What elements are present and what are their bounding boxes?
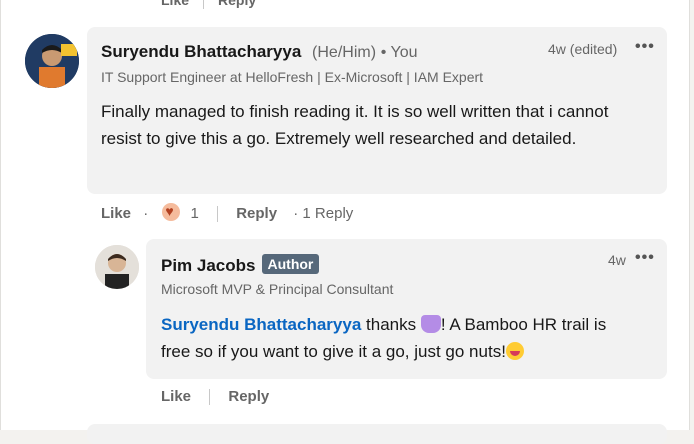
replies-count-link[interactable]: · 1 Reply bbox=[293, 205, 353, 222]
pronouns: (He/Him) bbox=[312, 44, 377, 61]
comment-author[interactable]: Suryendu Bhattacharyya (He/Him) • You bbox=[101, 42, 418, 62]
more-icon[interactable]: ••• bbox=[635, 249, 655, 267]
like-button[interactable]: Like bbox=[161, 388, 191, 405]
reply-author[interactable]: Pim Jacobs Author bbox=[161, 254, 320, 276]
heart-reaction-icon[interactable] bbox=[162, 203, 181, 221]
folded-hands-emoji-icon bbox=[420, 315, 441, 333]
more-icon[interactable]: ••• bbox=[635, 38, 655, 56]
dot-separator: · bbox=[143, 205, 149, 222]
reply-actions: Like Reply bbox=[161, 388, 269, 406]
reply-text-part: thanks bbox=[366, 315, 417, 334]
profile-photo-icon bbox=[25, 34, 79, 88]
divider bbox=[203, 0, 205, 10]
prev-comment-actions: Like Reply bbox=[161, 0, 256, 10]
author-headline: IT Support Engineer at HelloFresh | Ex-M… bbox=[101, 69, 484, 85]
you-label: • You bbox=[380, 44, 418, 61]
author-name[interactable]: Suryendu Bhattacharyya bbox=[101, 42, 301, 61]
profile-photo-icon bbox=[95, 245, 139, 289]
grinning-face-emoji-icon bbox=[505, 342, 524, 360]
reply-button[interactable]: Reply bbox=[236, 205, 277, 222]
reply-text-part: ! A Bamboo HR trail is bbox=[440, 315, 607, 334]
reply-time: 4w bbox=[608, 252, 626, 268]
reply-headline: Microsoft MVP & Principal Consultant bbox=[161, 281, 394, 297]
comment-text: Finally managed to finish reading it. It… bbox=[101, 102, 609, 148]
comments-panel: Like Reply Suryendu Bhattacharyya (He/Him… bbox=[0, 0, 690, 444]
like-button[interactable]: Like bbox=[101, 205, 131, 222]
prev-like-button[interactable]: Like bbox=[161, 0, 189, 8]
comment-actions: Like · 1 Reply · 1 Reply bbox=[101, 203, 353, 223]
reply-avatar[interactable] bbox=[95, 245, 139, 289]
prev-reply-button[interactable]: Reply bbox=[218, 0, 256, 8]
divider bbox=[209, 389, 211, 406]
author-name[interactable]: Pim Jacobs bbox=[161, 256, 256, 275]
divider bbox=[217, 206, 219, 223]
reply-text: Suryendu Bhattacharyya thanks ! A Bamboo… bbox=[161, 311, 651, 365]
author-badge: Author bbox=[261, 254, 320, 274]
next-comment-bubble bbox=[87, 424, 667, 444]
reply-button[interactable]: Reply bbox=[228, 388, 269, 405]
avatar[interactable] bbox=[25, 34, 79, 88]
comment-time: 4w (edited) bbox=[548, 41, 618, 57]
reaction-count[interactable]: 1 bbox=[191, 205, 199, 222]
reply-text-part: free so if you want to give it a go, jus… bbox=[161, 342, 506, 361]
mention-link[interactable]: Suryendu Bhattacharyya bbox=[161, 315, 361, 334]
